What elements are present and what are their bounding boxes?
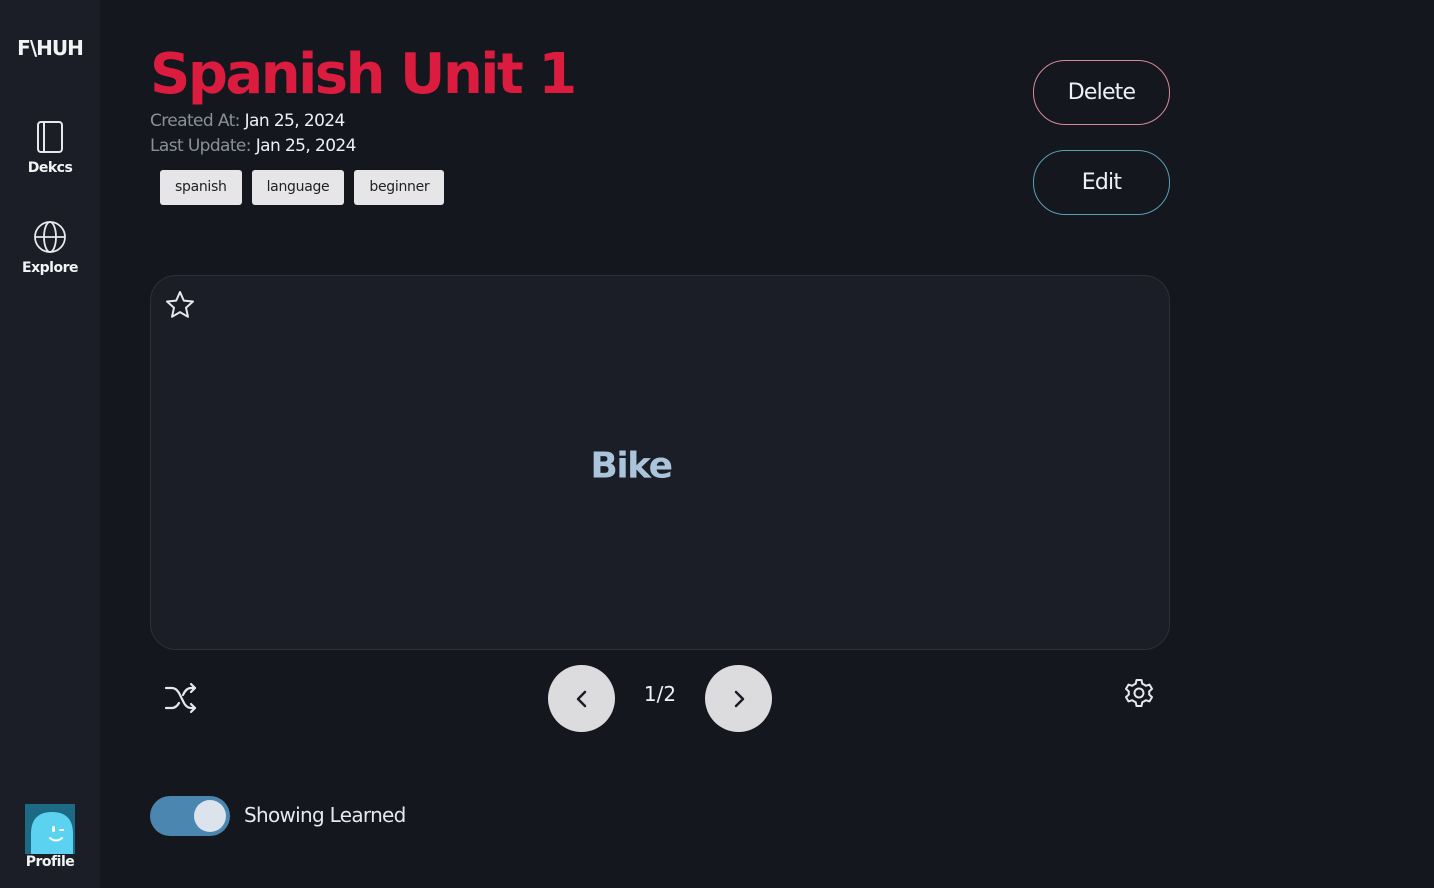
- shuffle-button[interactable]: [164, 682, 198, 718]
- app-logo[interactable]: F\HUH: [0, 36, 100, 60]
- settings-button[interactable]: [1123, 677, 1155, 713]
- profile-label: Profile: [25, 854, 75, 870]
- tag-chip[interactable]: beginner: [354, 170, 445, 205]
- favorite-button[interactable]: [165, 290, 195, 324]
- delete-button[interactable]: Delete: [1033, 60, 1170, 125]
- tag-chip[interactable]: spanish: [160, 170, 242, 205]
- flashcard[interactable]: Bike: [150, 275, 1170, 650]
- sidebar-item-label: Dekcs: [27, 160, 73, 176]
- sidebar-item-label: Explore: [22, 260, 78, 276]
- chevron-right-icon: [734, 690, 744, 707]
- star-icon: [166, 291, 194, 318]
- toggle-knob: [194, 800, 226, 832]
- sidebar: F\HUH Dekcs Explore Profile: [0, 0, 100, 888]
- edit-button[interactable]: Edit: [1033, 150, 1170, 215]
- globe-icon: [34, 221, 66, 253]
- previous-card-button[interactable]: [548, 665, 615, 732]
- card-counter: 1/2: [643, 682, 677, 706]
- chevron-left-icon: [576, 690, 586, 707]
- avatar: [25, 804, 75, 854]
- sidebar-item-explore[interactable]: Explore: [0, 220, 100, 276]
- show-learned-label: Showing Learned: [244, 803, 406, 827]
- sidebar-item-decks[interactable]: Dekcs: [0, 120, 100, 176]
- created-date: Created At: Jan 25, 2024: [150, 111, 345, 131]
- book-icon: [37, 121, 63, 153]
- shuffle-icon: [164, 682, 197, 714]
- tag-chip[interactable]: language: [251, 170, 345, 205]
- card-text: Bike: [590, 445, 673, 487]
- avatar-icon: [25, 804, 75, 854]
- updated-label: Last Update:: [150, 136, 252, 156]
- created-label: Created At:: [150, 111, 240, 131]
- updated-value: Jan 25, 2024: [255, 136, 357, 156]
- tag-list: spanish language beginner: [160, 170, 445, 205]
- page-title: Spanish Unit 1: [150, 42, 577, 107]
- sidebar-item-profile[interactable]: Profile: [0, 804, 100, 870]
- gear-icon: [1125, 679, 1153, 707]
- next-card-button[interactable]: [705, 665, 772, 732]
- show-learned-toggle[interactable]: [150, 796, 230, 836]
- updated-date: Last Update: Jan 25, 2024: [150, 136, 356, 156]
- created-value: Jan 25, 2024: [244, 111, 346, 131]
